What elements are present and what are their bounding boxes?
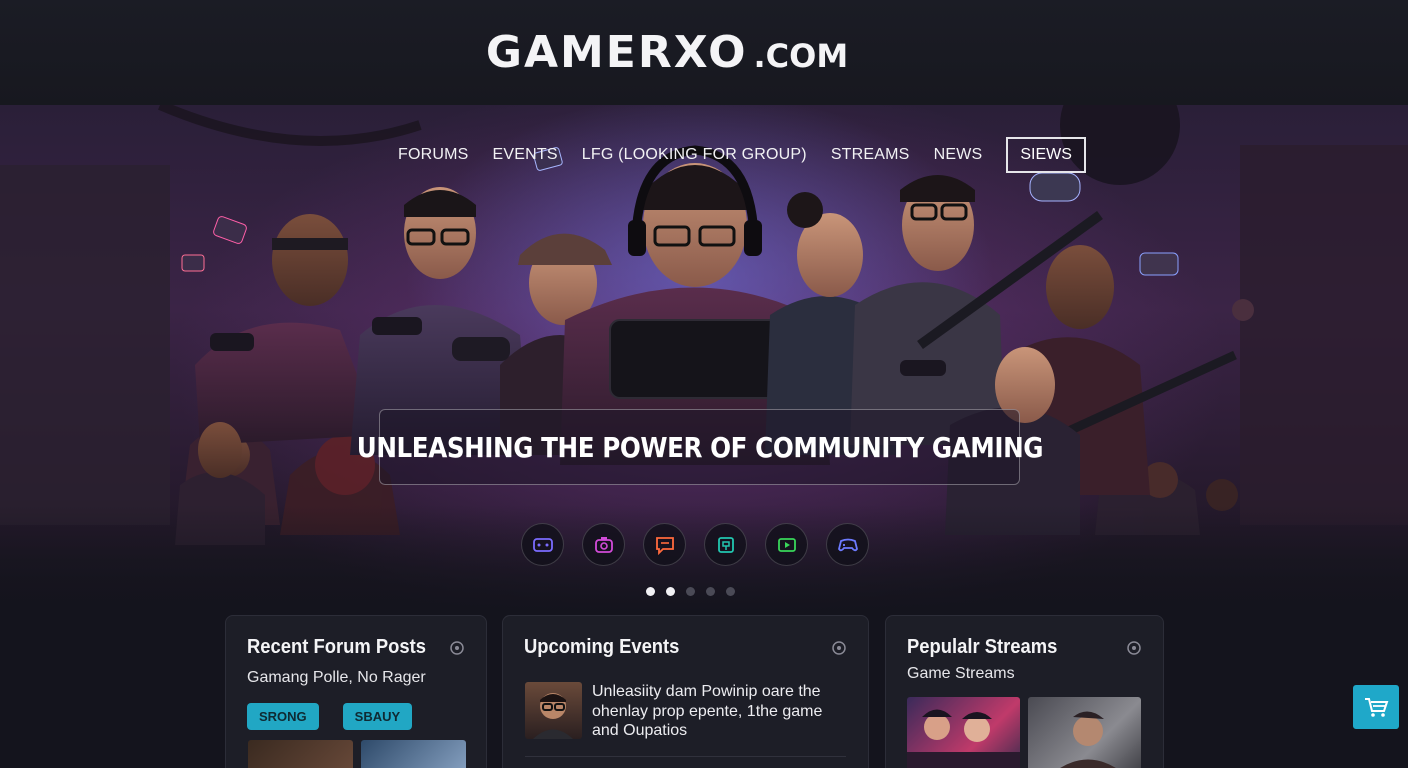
nav-siews-button[interactable]: SIEWS <box>1006 137 1086 173</box>
post-thumbnail[interactable] <box>361 740 466 768</box>
gamepad-icon[interactable] <box>826 523 869 566</box>
camera-icon[interactable] <box>582 523 625 566</box>
settings-icon[interactable] <box>1126 640 1142 656</box>
card-divider <box>525 756 846 757</box>
site-logo[interactable]: GAMERXO .COM <box>486 27 848 78</box>
carousel-dot-2[interactable] <box>666 587 675 596</box>
cart-button[interactable] <box>1353 685 1399 729</box>
upcoming-events-card: Upcoming Events Unleasiity dam Powinip o… <box>502 615 869 768</box>
popular-streams-card: Pepulalr Streams Game Streams <box>885 615 1164 768</box>
nav-news[interactable]: NEWS <box>934 146 983 164</box>
post-thumbnail[interactable] <box>248 740 353 768</box>
carousel-dots <box>646 587 735 596</box>
events-card-title: Upcoming Events <box>524 636 680 658</box>
nav-forums[interactable]: FORUMS <box>398 146 469 164</box>
category-icon-row <box>521 523 869 566</box>
nav-streams[interactable]: STREAMS <box>831 146 910 164</box>
settings-icon[interactable] <box>831 640 847 656</box>
nav-lfg[interactable]: LFG (LOOKING FOR GROUP) <box>582 146 807 164</box>
stream-thumbnail[interactable] <box>1028 697 1141 768</box>
carousel-dot-3[interactable] <box>686 587 695 596</box>
site-header: GAMERXO .COM <box>0 0 1408 105</box>
carousel-dot-5[interactable] <box>726 587 735 596</box>
nav-events[interactable]: EVENTS <box>493 146 558 164</box>
trophy-icon[interactable] <box>704 523 747 566</box>
event-avatar[interactable] <box>525 682 582 739</box>
carousel-dot-4[interactable] <box>706 587 715 596</box>
forum-card-title: Recent Forum Posts <box>247 636 426 658</box>
cart-icon <box>1365 698 1389 717</box>
stream-icon[interactable] <box>765 523 808 566</box>
main-nav: FORUMS EVENTS LFG (LOOKING FOR GROUP) ST… <box>330 123 1086 187</box>
streams-card-title: Pepulalr Streams <box>907 636 1058 658</box>
hero-tagline-box: UNLEASHING THE POWER OF COMMUNITY GAMING <box>356 409 1043 485</box>
forum-card-subtitle: Gamang Polle, No Rager <box>247 669 426 686</box>
chat-icon[interactable] <box>643 523 686 566</box>
brand-tld: .COM <box>753 37 849 75</box>
tag-pill[interactable]: SRONG <box>247 703 319 730</box>
tag-pill[interactable]: SBAUY <box>342 703 413 730</box>
carousel-dot-1[interactable] <box>646 587 655 596</box>
forum-posts-card: Recent Forum Posts Gamang Polle, No Rage… <box>225 615 487 768</box>
hero-banner: FORUMS EVENTS LFG (LOOKING FOR GROUP) ST… <box>0 105 1408 615</box>
event-description: Unleasiity dam Powinip oare the ohenlay … <box>592 683 823 739</box>
hero-tagline: UNLEASHING THE POWER OF COMMUNITY GAMING <box>356 430 1043 464</box>
brand-name: GAMERXO <box>485 27 748 78</box>
controller-icon[interactable] <box>521 523 564 566</box>
stream-thumbnail[interactable] <box>907 697 1020 768</box>
settings-icon[interactable] <box>449 640 465 656</box>
streams-card-subtitle: Game Streams <box>907 665 1015 682</box>
